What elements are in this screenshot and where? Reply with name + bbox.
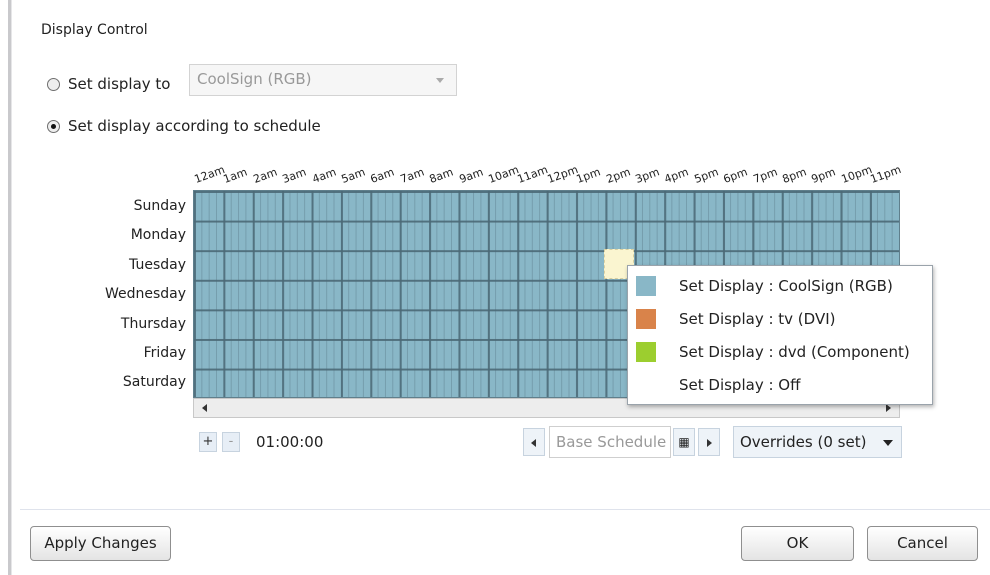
legend-label: Set Display : CoolSign (RGB) <box>679 277 893 295</box>
legend-label: Set Display : tv (DVI) <box>679 310 836 328</box>
legend-swatch <box>636 342 656 362</box>
hour-label: 6pm <box>721 165 750 186</box>
hour-label: 11pm <box>868 162 903 186</box>
hour-label: 1pm <box>574 165 603 186</box>
display-source-value: CoolSign (RGB) <box>197 70 312 88</box>
overrides-label: Overrides (0 set) <box>740 433 867 451</box>
legend-item[interactable]: Set Display : tv (DVI) <box>628 303 932 335</box>
legend-swatch <box>636 309 656 329</box>
set-display-label: Set display to <box>68 75 171 93</box>
hour-label: 5pm <box>692 165 721 186</box>
footer-divider <box>20 509 990 510</box>
hour-label: 7pm <box>751 165 779 186</box>
hour-label: 3pm <box>633 165 662 186</box>
window-border-inner <box>11 0 12 575</box>
chevron-right-icon <box>707 439 712 447</box>
hour-label: 4pm <box>662 165 691 186</box>
section-title: Display Control <box>41 22 148 38</box>
day-label: Monday <box>130 227 186 244</box>
chevron-left-icon <box>531 439 536 447</box>
set-display-radio[interactable] <box>47 77 60 91</box>
day-label: Thursday <box>120 315 186 332</box>
apply-changes-button[interactable]: Apply Changes <box>30 526 171 561</box>
calendar-button[interactable]: ▦ <box>673 428 695 456</box>
day-label: Sunday <box>133 198 186 214</box>
chevron-down-icon <box>436 78 444 83</box>
legend-popup: Set Display : CoolSign (RGB) Set Display… <box>627 265 933 405</box>
hour-label: 8pm <box>780 165 809 186</box>
scroll-right-icon[interactable] <box>886 404 891 412</box>
hour-label: 9pm <box>809 165 838 186</box>
hour-label: 6am <box>368 165 397 186</box>
hour-label: 1am <box>221 165 250 186</box>
zoom-in-button[interactable]: + <box>199 432 217 452</box>
display-source-select[interactable]: CoolSign (RGB) <box>189 64 457 96</box>
hour-label: 2pm <box>604 165 632 186</box>
legend-label: Set Display : Off <box>679 376 801 394</box>
legend-item[interactable]: Set Display : Off <box>628 369 932 401</box>
chevron-down-icon <box>883 440 893 446</box>
base-schedule-field[interactable]: Base Schedule <box>549 426 671 458</box>
hour-label: 8am <box>427 165 456 186</box>
schedule-option[interactable]: Set display according to schedule <box>47 117 321 135</box>
zoom-out-button[interactable]: - <box>222 432 240 452</box>
next-schedule-button[interactable] <box>698 428 720 456</box>
hour-label: 9am <box>457 165 485 186</box>
legend-swatch <box>636 276 656 296</box>
hour-label: 5am <box>339 165 367 186</box>
legend-item[interactable]: Set Display : CoolSign (RGB) <box>628 270 932 302</box>
hour-label: 2am <box>251 165 279 186</box>
hour-label: 4am <box>310 165 338 186</box>
hour-header: 12am 1am 2am 3am 4am 5am 6am 7am 8am 9am 10am 11am 1… <box>193 160 903 188</box>
scroll-left-icon[interactable] <box>202 404 207 412</box>
day-label: Tuesday <box>129 256 186 273</box>
previous-schedule-button[interactable] <box>523 428 545 456</box>
ok-button[interactable]: OK <box>741 526 854 561</box>
schedule-radio[interactable] <box>47 119 60 133</box>
legend-label: Set Display : dvd (Component) <box>679 343 910 361</box>
time-increment: 01:00:00 <box>256 433 324 451</box>
schedule-label: Set display according to schedule <box>68 117 321 135</box>
calendar-icon: ▦ <box>678 435 690 449</box>
legend-item[interactable]: Set Display : dvd (Component) <box>628 336 932 368</box>
day-label: Friday <box>143 345 186 361</box>
hour-label: 7am <box>398 165 426 186</box>
day-label: Saturday <box>122 374 186 391</box>
set-display-option[interactable]: Set display to <box>47 75 171 93</box>
legend-swatch <box>636 375 656 395</box>
hour-label: 3am <box>280 165 309 186</box>
overrides-dropdown[interactable]: Overrides (0 set) <box>733 426 902 458</box>
cancel-button[interactable]: Cancel <box>867 526 978 561</box>
day-label: Wednesday <box>104 286 186 303</box>
